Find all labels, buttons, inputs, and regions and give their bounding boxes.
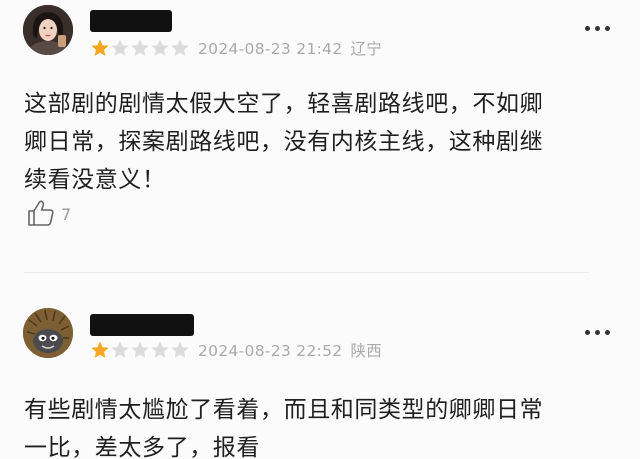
star-icon	[111, 341, 129, 358]
comment-text: 这部剧的剧情太假大空了，轻喜剧路线吧，不如卿 卿日常，探案剧路线吧，没有内核主线…	[24, 85, 614, 199]
like-count: 7	[61, 204, 72, 224]
comment-date: 2024-08-23 22:52	[198, 342, 343, 360]
avatar[interactable]	[23, 5, 73, 55]
star-icon	[91, 39, 109, 56]
thumbs-up-icon	[28, 200, 54, 226]
comment-date: 2024-08-23 21:42	[198, 40, 343, 58]
star-icon	[151, 341, 169, 358]
star-icon	[131, 341, 149, 358]
more-dots-icon	[585, 26, 590, 31]
star-icon	[151, 39, 169, 56]
comment-meta: 2024-08-23 22:52 陕西	[90, 338, 382, 362]
star-icon	[111, 39, 129, 56]
comment-feed: 2024-08-23 21:42 辽宁 这部剧的剧情太假大空了，轻喜剧路线吧，不如…	[0, 0, 640, 459]
comment-meta: 2024-08-23 21:42 辽宁	[90, 36, 382, 60]
star-icon	[171, 341, 189, 358]
username-redacted	[90, 314, 194, 336]
star-icon	[171, 39, 189, 56]
comment-text-line: 续看没意义！	[24, 167, 166, 193]
comment-text: 有些剧情太尴尬了看着，而且和同类型的卿卿日常 一比，差太多了，报看	[24, 391, 614, 459]
comment-location: 陕西	[350, 342, 383, 360]
like-button[interactable]: 7	[26, 198, 71, 228]
rating-stars	[90, 38, 190, 58]
star-icon	[91, 341, 109, 358]
rating-stars	[90, 340, 190, 360]
avatar[interactable]	[23, 308, 73, 358]
avatar-photo-icon	[23, 5, 73, 55]
comment-text-line: 这部剧的剧情太假大空了，轻喜剧路线吧，不如卿	[24, 91, 544, 117]
comment-text-line: 有些剧情太尴尬了看着，而且和同类型的卿卿日常	[24, 397, 544, 423]
divider	[24, 272, 590, 273]
more-button[interactable]	[580, 330, 610, 335]
comment-location: 辽宁	[350, 40, 383, 58]
username-redacted	[90, 10, 172, 32]
comment-text-line: 卿日常，探案剧路线吧，没有内核主线，这种剧继	[24, 129, 544, 155]
avatar-hedgehog-icon	[23, 308, 73, 358]
more-button[interactable]	[580, 26, 610, 31]
more-dots-icon	[585, 330, 590, 335]
comment-text-line: 一比，差太多了，报看	[24, 435, 260, 459]
star-icon	[131, 39, 149, 56]
